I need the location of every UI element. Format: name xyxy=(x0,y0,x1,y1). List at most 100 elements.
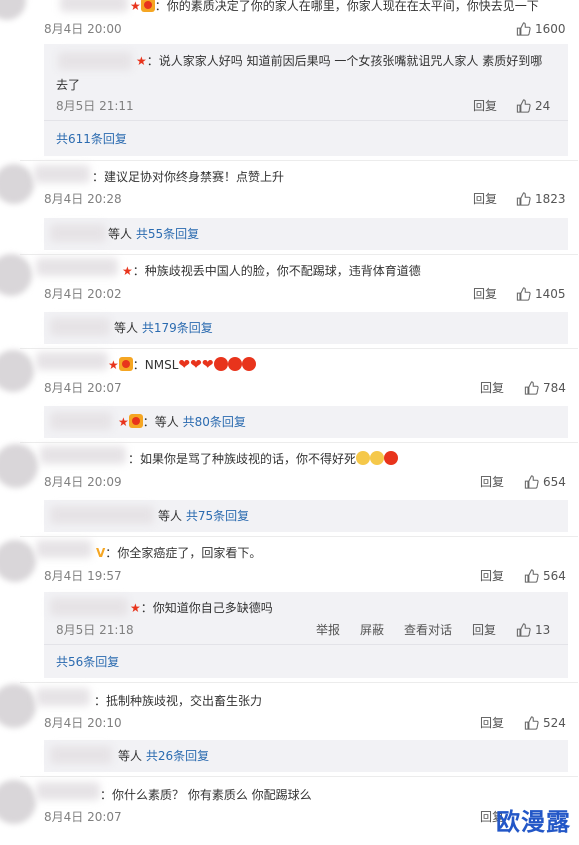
view-conversation-button[interactable]: 查看对话 xyxy=(404,622,452,638)
like-button[interactable]: 24 xyxy=(516,98,550,114)
comment-text: ★ ：NMSL❤❤❤ xyxy=(108,357,256,373)
username-blurred[interactable] xyxy=(36,540,92,558)
avatar[interactable] xyxy=(0,540,36,582)
like-button[interactable]: 1600 xyxy=(516,21,566,37)
username-blurred[interactable] xyxy=(36,352,108,370)
thumbs-up-icon xyxy=(516,623,531,637)
crown-badge-icon xyxy=(128,414,143,428)
report-button[interactable]: 举报 xyxy=(316,622,340,638)
like-button[interactable]: 1823 xyxy=(516,191,566,207)
reply-button[interactable]: 回复 xyxy=(480,474,504,490)
reply-summary[interactable]: ★ ：等人 共80条回复 xyxy=(118,414,246,430)
candle-emoji-icon xyxy=(213,357,228,371)
divider xyxy=(44,120,568,121)
reply-button[interactable]: 回复 xyxy=(480,715,504,731)
candle-emoji-icon xyxy=(384,451,399,465)
block-button[interactable]: 屏蔽 xyxy=(360,622,384,638)
username-blurred[interactable] xyxy=(50,412,112,430)
like-button[interactable]: 654 xyxy=(524,474,566,490)
crown-badge-icon xyxy=(118,357,133,371)
comment-time: 8月4日 20:00 xyxy=(44,22,122,36)
like-count: 524 xyxy=(543,716,566,730)
reply-button[interactable]: 回复 xyxy=(472,622,496,638)
reply-summary[interactable]: 等人 共179条回复 xyxy=(114,320,213,336)
username-blurred[interactable] xyxy=(50,318,110,336)
like-button[interactable]: 524 xyxy=(524,715,566,731)
comment-text: ：如果你是骂了种族歧视的话，你不得好死 xyxy=(128,451,399,467)
reply-summary[interactable]: 等人 共55条回复 xyxy=(108,226,199,242)
thumbs-up-icon xyxy=(516,22,531,36)
reply-summary[interactable]: 等人 共75条回复 xyxy=(158,508,249,524)
avatar[interactable] xyxy=(0,444,38,488)
thumbs-up-icon xyxy=(524,381,539,395)
like-button[interactable]: 13 xyxy=(516,622,550,638)
reply-button[interactable]: 回复 xyxy=(480,380,504,396)
star-badge-icon: ★ xyxy=(118,415,129,429)
divider xyxy=(20,348,578,349)
laughing-emoji-icon xyxy=(356,451,371,465)
username-blurred[interactable] xyxy=(50,224,106,242)
star-badge-icon: ★ xyxy=(130,0,141,13)
reply-button[interactable]: 回复 xyxy=(480,568,504,584)
more-replies-link[interactable]: 共55条回复 xyxy=(136,227,199,241)
like-count: 1823 xyxy=(535,192,566,206)
comment-text: ：抵制种族歧视，交出畜生张力 xyxy=(94,694,263,708)
divider xyxy=(20,442,578,443)
reply-button[interactable]: 回复 xyxy=(473,286,497,302)
avatar[interactable] xyxy=(0,0,26,20)
crown-badge-icon xyxy=(140,0,155,12)
candle-emoji-icon xyxy=(227,357,242,371)
username-blurred[interactable] xyxy=(50,598,128,616)
more-replies-link[interactable]: 共56条回复 xyxy=(56,654,119,670)
more-replies-link[interactable]: 共179条回复 xyxy=(142,321,213,335)
avatar[interactable] xyxy=(0,164,34,204)
divider xyxy=(20,536,578,537)
like-count: 1600 xyxy=(535,22,566,36)
username-blurred[interactable] xyxy=(40,446,126,464)
username-blurred[interactable] xyxy=(60,0,128,12)
reply-button[interactable]: 回复 xyxy=(473,98,497,114)
more-replies-link[interactable]: 共75条回复 xyxy=(186,509,249,523)
thumbs-up-icon xyxy=(524,475,539,489)
watermark: 欧漫露 xyxy=(496,808,571,836)
like-button[interactable]: 1405 xyxy=(516,286,566,302)
divider xyxy=(20,776,578,777)
username-blurred[interactable] xyxy=(58,52,132,70)
more-replies-link[interactable]: 共80条回复 xyxy=(183,415,246,429)
avatar[interactable] xyxy=(0,684,36,728)
avatar[interactable] xyxy=(0,254,32,296)
username-blurred[interactable] xyxy=(34,165,90,183)
comment-text: ：建议足协对你终身禁赛！点赞上升 xyxy=(92,170,285,184)
like-count: 784 xyxy=(543,381,566,395)
like-button[interactable]: 784 xyxy=(524,380,566,396)
avatar[interactable] xyxy=(0,350,34,392)
star-badge-icon: ★ xyxy=(130,601,141,615)
thumbs-up-icon xyxy=(524,569,539,583)
more-replies-link[interactable]: 共611条回复 xyxy=(56,131,127,147)
divider xyxy=(20,254,578,255)
thumbs-up-icon xyxy=(516,99,531,113)
reply-summary[interactable]: 等人 共26条回复 xyxy=(118,748,209,764)
like-count: 654 xyxy=(543,475,566,489)
username-blurred[interactable] xyxy=(36,688,90,706)
divider xyxy=(44,644,568,645)
thumbs-up-icon xyxy=(524,716,539,730)
username-blurred[interactable] xyxy=(50,746,112,764)
comment-text: ★：种族歧视丢中国人的脸，你不配踢球，违背体育道德 xyxy=(122,264,421,278)
like-count: 1405 xyxy=(535,287,566,301)
username-blurred[interactable] xyxy=(36,258,118,276)
username-blurred[interactable] xyxy=(50,506,154,524)
avatar[interactable] xyxy=(0,780,36,824)
comment-time: 8月4日 20:09 xyxy=(44,475,122,489)
reply-button[interactable]: 回复 xyxy=(473,191,497,207)
candle-emoji-icon xyxy=(241,357,256,371)
reply-text-cont: 去了 xyxy=(56,78,81,92)
more-replies-link[interactable]: 共26条回复 xyxy=(146,749,209,763)
reply-time: 8月5日 21:18 xyxy=(56,623,134,637)
comment-time: 8月4日 20:07 xyxy=(44,810,122,824)
like-count: 24 xyxy=(535,99,551,113)
star-badge-icon: ★ xyxy=(122,264,133,278)
like-button[interactable]: 564 xyxy=(524,568,566,584)
comment-time: 8月4日 20:07 xyxy=(44,381,122,395)
username-blurred[interactable] xyxy=(36,782,100,800)
